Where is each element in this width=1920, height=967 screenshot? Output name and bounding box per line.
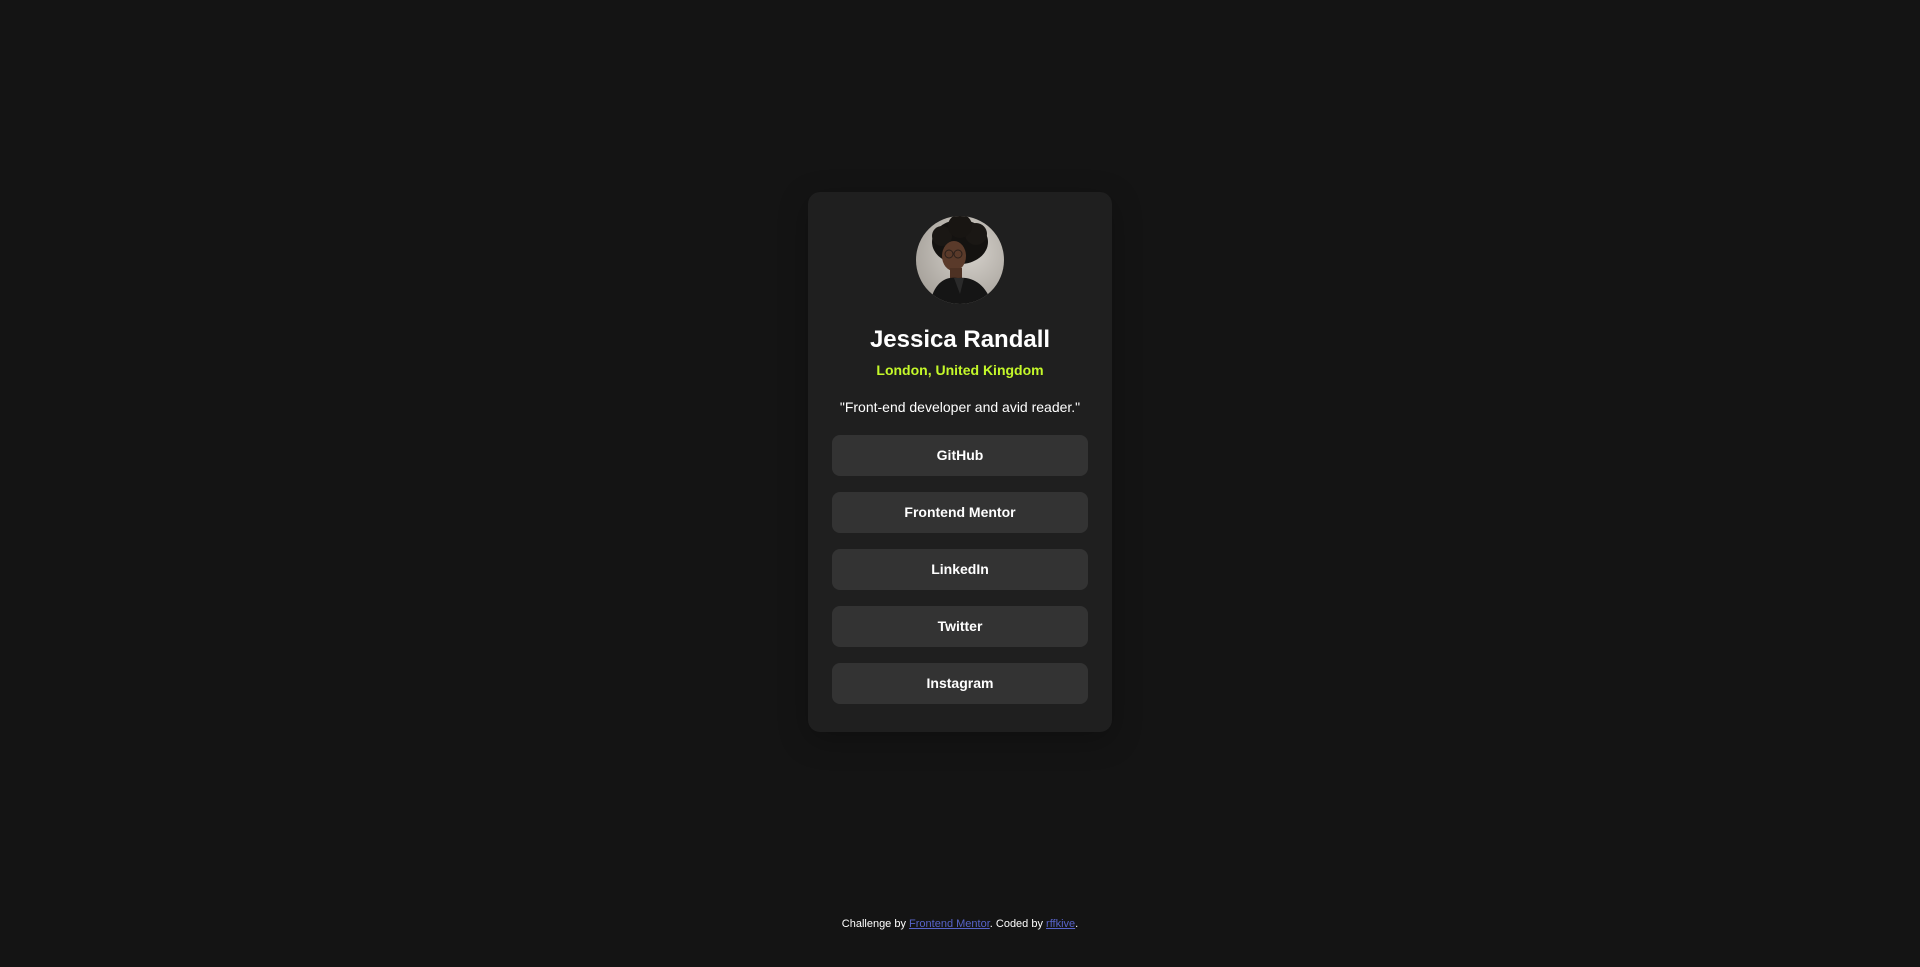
linkedin-link-button[interactable]: LinkedIn bbox=[832, 549, 1088, 590]
github-link-button[interactable]: GitHub bbox=[832, 435, 1088, 476]
profile-name: Jessica Randall bbox=[869, 326, 1051, 353]
profile-location: London, United Kingdom bbox=[876, 362, 1044, 378]
attribution-suffix: . bbox=[1075, 918, 1079, 930]
social-links: GitHub Frontend Mentor LinkedIn Twitter … bbox=[832, 435, 1088, 704]
profile-bio: "Front-end developer and avid reader." bbox=[839, 399, 1081, 415]
page: Jessica Randall London, United Kingdom "… bbox=[0, 0, 1920, 967]
attribution: Challenge by Frontend Mentor. Coded by r… bbox=[0, 917, 1920, 931]
twitter-link-button[interactable]: Twitter bbox=[832, 606, 1088, 647]
attribution-middle: . Coded by bbox=[989, 918, 1047, 930]
avatar-image bbox=[916, 216, 1004, 304]
avatar bbox=[916, 216, 1004, 304]
coder-attribution-link[interactable]: rffkive bbox=[1046, 918, 1075, 930]
instagram-link-button[interactable]: Instagram bbox=[832, 663, 1088, 704]
frontend-mentor-link-button[interactable]: Frontend Mentor bbox=[832, 492, 1088, 533]
profile-card: Jessica Randall London, United Kingdom "… bbox=[808, 192, 1112, 732]
frontend-mentor-attribution-link[interactable]: Frontend Mentor bbox=[909, 918, 990, 930]
attribution-prefix: Challenge by bbox=[841, 918, 910, 930]
